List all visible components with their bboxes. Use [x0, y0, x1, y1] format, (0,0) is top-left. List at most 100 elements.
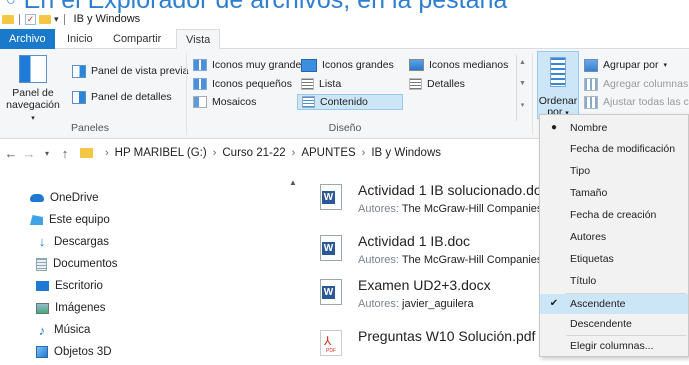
breadcrumb-separator-icon[interactable]: › — [105, 147, 109, 159]
add-columns-icon — [584, 77, 598, 91]
forward-arrow-icon[interactable]: → — [20, 146, 38, 161]
layout-tiles[interactable]: Mosaicos — [193, 94, 256, 110]
pdf-icon: ⅄ PDF — [320, 330, 342, 356]
tiles-label: Mosaicos — [212, 96, 257, 108]
layout-details[interactable]: Detalles — [409, 76, 465, 92]
breadcrumb-separator-icon[interactable]: › — [213, 147, 217, 159]
medium-icons-icon — [409, 59, 424, 71]
title-bar: ✓ ▾ IB y Windows — [0, 10, 689, 28]
chevron-up-icon[interactable]: ▲ — [517, 59, 528, 66]
fit-columns-icon — [584, 95, 598, 109]
more-icon[interactable]: ▾ — [517, 101, 528, 109]
menu-item-label: Fecha de modificación — [570, 143, 676, 155]
nav-item-downloads[interactable]: ↓ Descargas — [36, 234, 109, 250]
layout-small-icons[interactable]: Iconos pequeños — [193, 76, 292, 92]
preview-pane-button[interactable]: Panel de vista previa — [72, 63, 188, 79]
file-name: Preguntas W10 Solución.pdf — [358, 328, 536, 344]
navigation-pane-button[interactable]: Panel de navegación ▾ — [4, 55, 62, 125]
onedrive-icon — [30, 194, 44, 202]
recent-locations-icon[interactable]: ▾ — [38, 149, 56, 158]
nav-item-documents[interactable]: Documentos — [36, 256, 118, 272]
content-icon — [302, 96, 315, 108]
nav-item-label: Descargas — [54, 236, 109, 248]
fit-columns-button[interactable]: Ajustar todas las colu — [584, 94, 689, 110]
customize-toolbar-icon[interactable]: ▾ — [54, 14, 59, 25]
menu-item-label: Autores — [570, 231, 607, 243]
nav-item-label: Objetos 3D — [54, 346, 112, 358]
menu-item-tamano[interactable]: Tamaño — [540, 183, 688, 203]
breadcrumb-apuntes[interactable]: APUNTES — [301, 147, 355, 159]
menu-item-fecha-modificacion[interactable]: Fecha de modificación — [540, 139, 688, 159]
menu-item-etiquetas[interactable]: Etiquetas — [540, 249, 688, 269]
layout-list[interactable]: Lista — [301, 76, 341, 92]
menu-item-autores[interactable]: Autores — [540, 227, 688, 247]
back-arrow-icon[interactable]: ← — [2, 146, 20, 161]
tab-vista[interactable]: Vista — [176, 29, 221, 50]
file-authors: Autores: The McGraw-Hill Companies — [358, 254, 542, 266]
menu-item-descendente[interactable]: Descendente — [540, 314, 688, 334]
nav-item-music[interactable]: ♪ Música — [36, 322, 91, 338]
nav-item-label: Escritorio — [55, 280, 103, 292]
file-name: Actividad 1 IB solucionado.doc — [358, 182, 549, 198]
menu-item-label: Título — [570, 275, 597, 287]
group-by-label: Agrupar por — [603, 59, 659, 71]
nav-item-label: Este equipo — [49, 214, 110, 226]
file-authors: Autores: The McGraw-Hill Companies — [358, 203, 542, 215]
layout-gallery-scroll[interactable]: ▲ ▼ ▾ — [516, 55, 528, 121]
nav-item-pictures[interactable]: Imágenes — [36, 300, 106, 316]
window-title: IB y Windows — [73, 13, 141, 25]
layout-content[interactable]: Contenido — [297, 94, 403, 110]
add-columns-button[interactable]: Agregar columnas ▾ — [584, 76, 689, 92]
nav-item-label: Música — [54, 324, 91, 336]
menu-item-fecha-creacion[interactable]: Fecha de creación — [540, 205, 688, 225]
menu-item-tipo[interactable]: Tipo — [540, 161, 688, 181]
ribbon-tabs: Archivo Inicio Compartir Vista — [0, 29, 689, 50]
properties-icon[interactable]: ✓ — [25, 13, 36, 25]
tab-inicio[interactable]: Inicio — [58, 29, 102, 49]
tab-compartir[interactable]: Compartir — [104, 29, 170, 49]
menu-item-ascendente[interactable]: ✔ Ascendente — [540, 294, 688, 314]
file-name: Examen UD2+3.docx — [358, 277, 491, 293]
sort-by-button[interactable]: Ordenar por ▾ — [537, 51, 579, 119]
details-pane-icon — [72, 90, 86, 104]
breadcrumb-course[interactable]: Curso 21-22 — [222, 147, 285, 159]
file-authors: Autores: javier_aguilera — [358, 298, 474, 310]
breadcrumb-separator-icon[interactable]: › — [292, 147, 296, 159]
breadcrumb-drive[interactable]: HP MARIBEL (G:) — [115, 147, 207, 159]
menu-item-nombre[interactable]: ● Nombre — [540, 118, 688, 138]
nav-item-desktop[interactable]: Escritorio — [36, 278, 103, 294]
scroll-up-icon[interactable]: ▲ — [289, 178, 297, 187]
group-by-button[interactable]: Agrupar por ▾ — [584, 57, 667, 73]
nav-item-onedrive[interactable]: OneDrive — [30, 190, 99, 206]
layout-large-icons[interactable]: Iconos grandes — [301, 57, 394, 73]
large-label: Iconos grandes — [322, 59, 394, 71]
bullet-icon: ○ — [6, 0, 16, 10]
nav-item-3d-objects[interactable]: Objetos 3D — [36, 344, 112, 360]
chevron-down-icon: ▾ — [663, 62, 667, 69]
pictures-icon — [36, 302, 49, 314]
word-document-icon: W — [320, 279, 342, 305]
nav-pane-label-1: Panel de — [12, 87, 54, 99]
nav-item-this-pc[interactable]: Este equipo — [30, 212, 110, 228]
up-arrow-icon[interactable]: ↑ — [56, 146, 74, 161]
divider — [19, 13, 20, 25]
menu-item-titulo[interactable]: Título — [540, 271, 688, 291]
downloads-icon: ↓ — [38, 234, 46, 249]
chevron-down-icon: ▾ — [31, 115, 35, 122]
layout-extra-large-icons[interactable]: Iconos muy grandes — [193, 57, 307, 73]
tab-archivo[interactable]: Archivo — [0, 29, 55, 49]
divider — [63, 13, 65, 25]
authors-value: javier_aguilera — [402, 298, 474, 310]
menu-item-elegir-columnas[interactable]: Elegir columnas... — [540, 336, 688, 356]
details-pane-button[interactable]: Panel de detalles — [72, 89, 172, 105]
layout-medium-icons[interactable]: Iconos medianos — [409, 57, 508, 73]
breadcrumb-separator-icon[interactable]: › — [362, 147, 366, 159]
extra-large-label: Iconos muy grandes — [212, 59, 307, 71]
chevron-down-icon[interactable]: ▼ — [517, 80, 528, 87]
radio-bullet-icon: ● — [550, 122, 558, 133]
nav-item-label: Documentos — [53, 258, 118, 270]
authors-label: Autores: — [358, 298, 399, 310]
menu-item-label: Nombre — [570, 122, 608, 134]
breadcrumb-current[interactable]: IB y Windows — [371, 147, 441, 159]
new-folder-icon[interactable] — [39, 14, 51, 24]
